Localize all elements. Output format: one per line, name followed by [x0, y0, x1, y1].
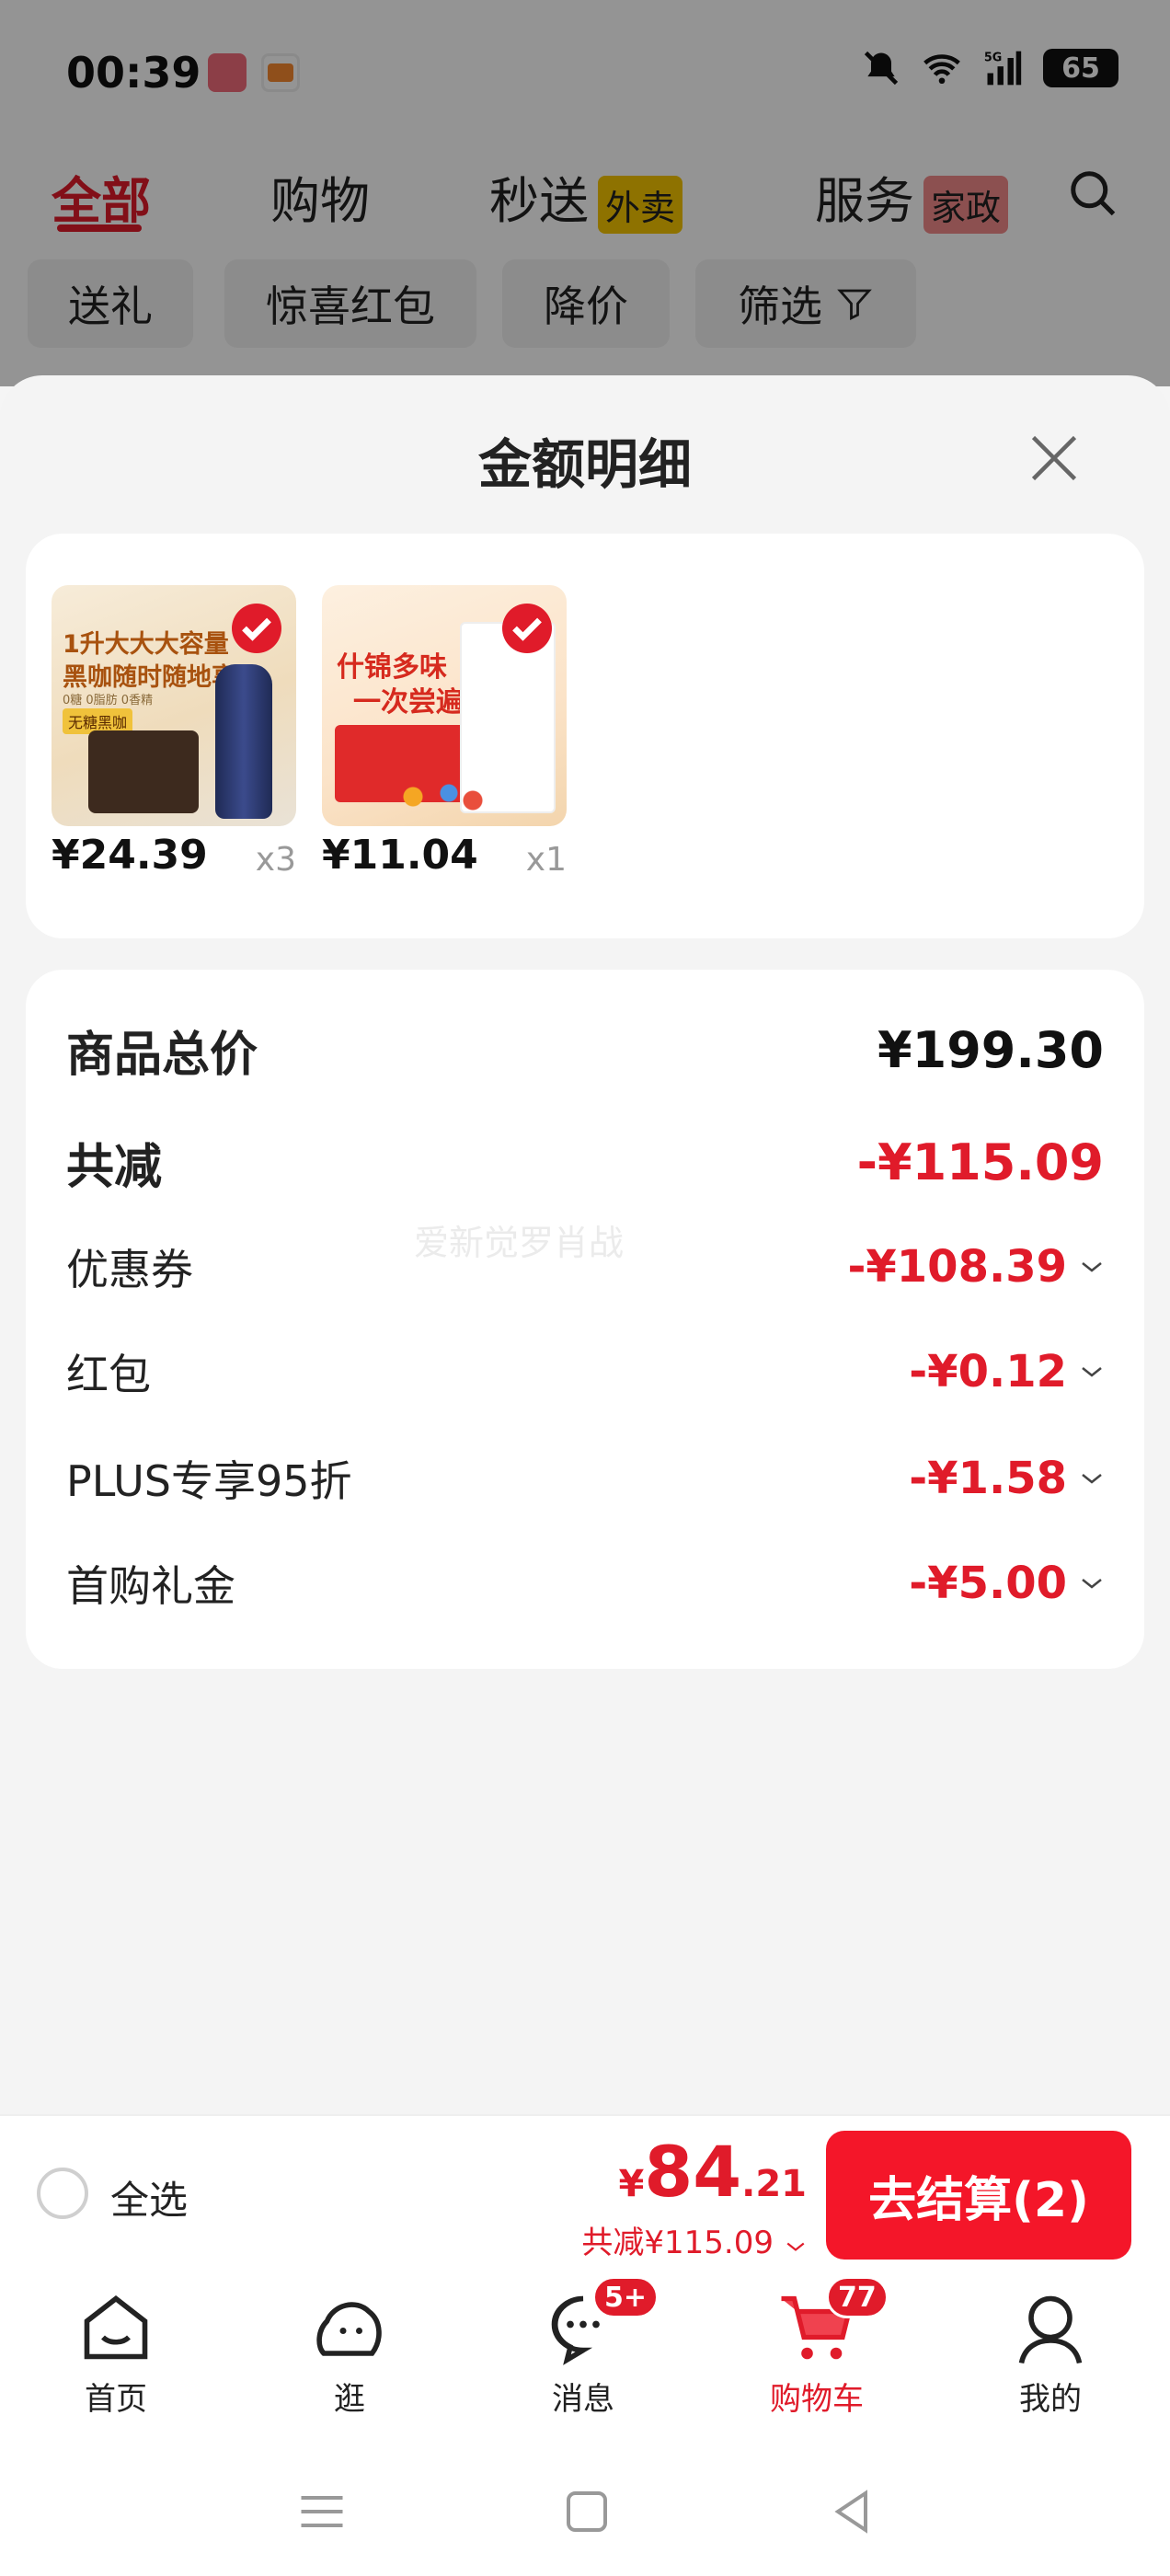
product-image-text: 1升大大大容量 [63, 630, 229, 659]
checkout-bar: 全选 ¥84.21 共减¥115.09 去结算(2) [0, 2114, 1170, 2272]
dim-overlay[interactable] [0, 0, 1170, 386]
total-amount: ¥84.21 [619, 2131, 807, 2213]
watermark: 爱新觉罗肖战 [414, 1223, 625, 1263]
red-packet-value: -¥0.12 [909, 1346, 1067, 1397]
item-price: ¥11.04 [322, 832, 478, 879]
back-icon[interactable] [824, 2484, 879, 2539]
total-reduction-row: 共减 -¥115.09 [66, 1128, 1104, 1197]
chevron-down-icon [1082, 1579, 1102, 1589]
currency-symbol: ¥ [618, 2163, 645, 2205]
selected-items-card: 1升大大大容量 黑咖随时随地享 0糖 0脂肪 0香精 无糖黑咖 ¥24.39 x… [26, 534, 1144, 938]
message-icon-wrap: 5+ [545, 2276, 660, 2366]
list-item[interactable]: 什锦多味 一次尝遍 ¥11.04 x1 [322, 585, 570, 879]
item-quantity: x3 [255, 841, 296, 879]
chevron-down-icon [1082, 1262, 1102, 1272]
nav-label: 消息 [552, 2381, 614, 2418]
amount-decimal: .21 [741, 2163, 807, 2205]
coupon-label: 优惠券 [66, 1245, 193, 1294]
total-reduction-value: -¥115.09 [856, 1133, 1104, 1191]
message-badge: 5+ [592, 2276, 660, 2318]
sheet-title: 金额明细 [477, 433, 692, 496]
total-price-label: 商品总价 [66, 1028, 258, 1083]
product-image-text: 黑咖随时随地享 [63, 663, 236, 692]
chevron-down-icon [1082, 1474, 1102, 1484]
home-square-icon[interactable] [559, 2484, 614, 2539]
first-purchase-gift-row[interactable]: 首购礼金 -¥5.00 [66, 1553, 1104, 1614]
select-all-radio[interactable] [37, 2168, 88, 2219]
close-icon[interactable] [1027, 431, 1082, 486]
nav-profile[interactable]: 我的 [968, 2289, 1133, 2419]
profile-icon [1018, 2295, 1083, 2364]
total-price-row: 商品总价 ¥199.30 [66, 1016, 1104, 1085]
system-nav-bar [0, 2447, 1170, 2576]
coffee-box [88, 730, 199, 813]
nav-messages[interactable]: 5+ 消息 [500, 2276, 666, 2419]
nav-browse[interactable]: 逛 [267, 2289, 432, 2419]
first-purchase-gift-value: -¥5.00 [909, 1558, 1067, 1609]
home-icon [84, 2294, 148, 2360]
amount-integer: 84 [644, 2131, 742, 2213]
product-thumbnail-coffee: 1升大大大容量 黑咖随时随地享 0糖 0脂肪 0香精 无糖黑咖 [52, 585, 296, 826]
checkmark-icon [502, 604, 552, 653]
nav-label: 首页 [85, 2381, 147, 2418]
list-item[interactable]: 1升大大大容量 黑咖随时随地享 0糖 0脂肪 0香精 无糖黑咖 ¥24.39 x… [52, 585, 300, 879]
product-image-text: 一次尝遍 [353, 686, 464, 719]
plus-discount-row[interactable]: PLUS专享95折 -¥1.58 [66, 1448, 1104, 1509]
item-price: ¥24.39 [52, 832, 208, 879]
nav-cart[interactable]: 77 购物车 [734, 2276, 900, 2419]
nav-label: 我的 [1019, 2381, 1082, 2418]
chevron-down-icon [786, 2242, 805, 2251]
cart-badge: 77 [826, 2276, 889, 2318]
product-image-text: 0糖 0脂肪 0香精 [63, 694, 154, 707]
first-purchase-gift-label: 首购礼金 [66, 1561, 235, 1611]
saved-amount: 共减¥115.09 [581, 2225, 774, 2261]
coffee-bottle [215, 664, 272, 819]
red-packet-label: 红包 [66, 1350, 151, 1399]
chevron-down-icon [1082, 1367, 1102, 1377]
nav-label: 购物车 [770, 2381, 864, 2418]
snacks-pile [377, 778, 497, 815]
plus-discount-value: -¥1.58 [909, 1453, 1067, 1504]
product-thumbnail-snacks: 什锦多味 一次尝遍 [322, 585, 567, 826]
select-all-label[interactable]: 全选 [110, 2169, 188, 2225]
saved-amount-toggle[interactable]: 共减¥115.09 [581, 2217, 807, 2262]
bottom-nav: 首页 逛 5+ 消息 77 购物车 我的 [0, 2272, 1170, 2447]
checkmark-icon [232, 604, 281, 653]
red-packet-row[interactable]: 红包 -¥0.12 [66, 1341, 1104, 1402]
nav-home[interactable]: 首页 [33, 2289, 199, 2419]
item-quantity: x1 [525, 841, 567, 879]
total-price-value: ¥199.30 [878, 1021, 1104, 1079]
coupon-value: -¥108.39 [847, 1241, 1067, 1293]
amount-breakdown-card: 商品总价 ¥199.30 共减 -¥115.09 优惠券 -¥108.39 红包… [26, 970, 1144, 1669]
menu-icon[interactable] [294, 2484, 350, 2539]
total-reduction-label: 共减 [66, 1140, 163, 1195]
checkout-button[interactable]: 去结算(2) [826, 2131, 1131, 2260]
plus-discount-label: PLUS专享95折 [66, 1456, 352, 1506]
browse-icon [316, 2302, 382, 2356]
nav-label: 逛 [334, 2381, 365, 2418]
cart-icon-wrap: 77 [778, 2276, 889, 2366]
